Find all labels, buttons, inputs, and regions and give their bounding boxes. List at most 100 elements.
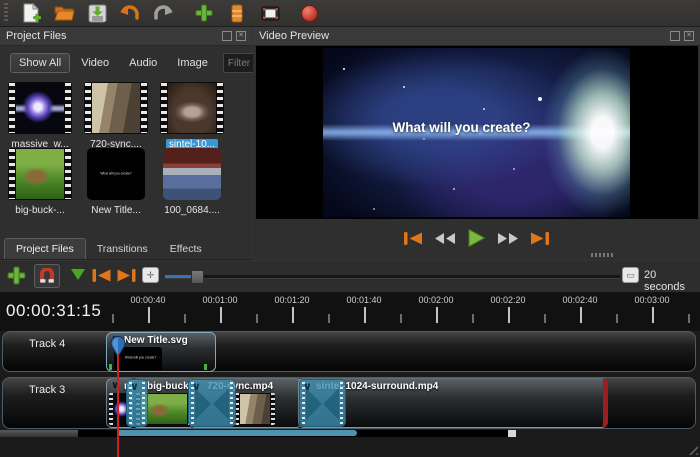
new-project-button[interactable] bbox=[19, 1, 43, 25]
trim-handle-right[interactable] bbox=[204, 364, 207, 370]
ruler-label: 00:02:00 bbox=[413, 295, 459, 305]
ruler-label: 00:02:20 bbox=[485, 295, 531, 305]
export-video-button[interactable] bbox=[297, 1, 321, 25]
next-marker-button[interactable] bbox=[116, 268, 138, 283]
fast-forward-icon bbox=[497, 232, 519, 245]
clip-thumb-text: What will you create? bbox=[125, 357, 151, 360]
open-folder-icon bbox=[54, 4, 75, 22]
clip-label: New Title.svg bbox=[124, 335, 188, 346]
ruler-label: 00:01:20 bbox=[269, 295, 315, 305]
video-thumbnail bbox=[84, 82, 148, 134]
ruler-label: 00:03:00 bbox=[629, 295, 675, 305]
file-item-selected[interactable]: sintel-10... bbox=[156, 82, 228, 152]
ruler-label: 00:00:40 bbox=[125, 295, 171, 305]
file-item[interactable]: 720-sync.... bbox=[80, 82, 152, 152]
filter-image-button[interactable]: Image bbox=[168, 53, 217, 73]
title-thumb-text: What will you create? bbox=[100, 173, 132, 176]
rewind-button[interactable] bbox=[434, 232, 456, 245]
video-overlay-text: What will you create? bbox=[323, 120, 600, 135]
track-name: Track 4 bbox=[29, 338, 65, 350]
file-name: 100_0684.... bbox=[161, 205, 223, 216]
transition[interactable]: ∨ bbox=[299, 379, 346, 427]
title-thumbnail: What will you create? bbox=[87, 148, 145, 200]
tab-effects[interactable]: Effects bbox=[159, 239, 213, 259]
plus-icon bbox=[7, 266, 26, 285]
float-panel-icon[interactable] bbox=[670, 31, 680, 41]
fast-forward-button[interactable] bbox=[497, 232, 519, 245]
clip-menu-chevron-icon[interactable]: ∨ bbox=[109, 380, 121, 392]
previous-marker-button[interactable] bbox=[90, 268, 112, 283]
dock-tabs: Project Files Transitions Effects bbox=[0, 236, 252, 260]
playhead-line bbox=[117, 356, 119, 457]
file-item[interactable]: big-buck-... bbox=[4, 148, 76, 218]
undo-button[interactable] bbox=[118, 1, 142, 25]
filter-show-all-button[interactable]: Show All bbox=[10, 53, 70, 73]
close-panel-icon[interactable]: ✕ bbox=[236, 31, 246, 41]
file-item[interactable]: massive_w... bbox=[4, 82, 76, 152]
add-track-button[interactable] bbox=[7, 266, 26, 285]
project-files-title: Project Files bbox=[6, 30, 67, 42]
filter-video-button[interactable]: Video bbox=[72, 53, 118, 73]
close-panel-icon[interactable]: ✕ bbox=[684, 31, 694, 41]
timeline-ruler[interactable]: 00:00:40 00:01:00 00:01:20 00:01:40 00:0… bbox=[0, 293, 700, 331]
zoom-slider-track[interactable] bbox=[165, 275, 620, 279]
center-playhead-button[interactable]: ✛ bbox=[142, 267, 159, 283]
jump-to-end-button[interactable] bbox=[530, 231, 551, 246]
magnet-icon bbox=[39, 268, 55, 284]
snapping-toggle[interactable] bbox=[34, 264, 60, 288]
zoom-slider-fill bbox=[165, 275, 193, 278]
file-name: big-buck-... bbox=[12, 205, 67, 216]
transition[interactable]: ∨ bbox=[188, 379, 236, 427]
tab-project-files[interactable]: Project Files bbox=[4, 238, 86, 259]
undo-arrow-icon bbox=[119, 4, 141, 22]
tab-transitions[interactable]: Transitions bbox=[86, 239, 159, 259]
track-name: Track 3 bbox=[29, 384, 65, 396]
marker-icon bbox=[71, 269, 85, 280]
plus-icon bbox=[195, 4, 213, 22]
openshot-window: Project Files ✕ Show All Video Audio Ima… bbox=[0, 0, 700, 457]
play-icon bbox=[467, 228, 486, 248]
save-project-button[interactable] bbox=[85, 1, 109, 25]
clip-label: big-buck- bbox=[147, 381, 192, 392]
open-project-button[interactable] bbox=[52, 1, 76, 25]
transition-wipe-shape bbox=[323, 388, 339, 420]
timeline-toolbar: ✛ ▭ 20 seconds bbox=[0, 261, 700, 293]
play-button[interactable] bbox=[467, 228, 486, 248]
scrollbar-thumb[interactable] bbox=[117, 430, 357, 436]
timeline: ✛ ▭ 20 seconds 00:00:40 00:01:00 00:01:2… bbox=[0, 261, 700, 457]
zoom-out-button[interactable]: ▭ bbox=[622, 267, 639, 283]
preview-video-frame: What will you create? bbox=[323, 48, 630, 217]
transition-chevron-icon[interactable]: ∨ bbox=[130, 380, 139, 393]
jump-end-icon bbox=[530, 231, 551, 246]
file-name: New Title... bbox=[88, 205, 143, 216]
trim-handle-left[interactable] bbox=[109, 364, 112, 370]
video-preview-panel: Video Preview ✕ What will you create? bbox=[253, 27, 700, 260]
next-marker-icon bbox=[116, 268, 138, 283]
zoom-slider-handle[interactable] bbox=[191, 270, 204, 284]
rewind-icon bbox=[434, 232, 456, 245]
file-item[interactable]: What will you create? New Title... bbox=[80, 148, 152, 218]
jump-to-start-button[interactable] bbox=[402, 231, 423, 246]
video-thumbnail bbox=[160, 82, 224, 134]
import-files-button[interactable] bbox=[192, 1, 216, 25]
ruler-label: 00:01:00 bbox=[197, 295, 243, 305]
playhead-marker[interactable] bbox=[109, 334, 127, 363]
ruler-label: 00:02:40 bbox=[557, 295, 603, 305]
choose-profile-button[interactable] bbox=[225, 1, 249, 25]
new-document-icon bbox=[22, 3, 41, 24]
splitter-handle[interactable] bbox=[591, 253, 613, 257]
playhead-icon bbox=[109, 334, 127, 358]
video-thumbnail bbox=[8, 148, 72, 200]
add-marker-button[interactable] bbox=[71, 269, 85, 280]
screen-icon bbox=[261, 5, 280, 22]
zoom-scale-label: 20 seconds bbox=[644, 269, 700, 293]
transport-controls bbox=[253, 223, 700, 253]
redo-button[interactable] bbox=[151, 1, 175, 25]
clip-thumbnail bbox=[235, 393, 275, 425]
transition[interactable]: ∨ bbox=[126, 379, 148, 427]
float-panel-icon[interactable] bbox=[222, 31, 232, 41]
filter-audio-button[interactable]: Audio bbox=[120, 53, 166, 73]
toolbar-drag-handle[interactable] bbox=[4, 3, 8, 23]
file-item[interactable]: 100_0684.... bbox=[156, 148, 228, 218]
fullscreen-button[interactable] bbox=[258, 1, 282, 25]
